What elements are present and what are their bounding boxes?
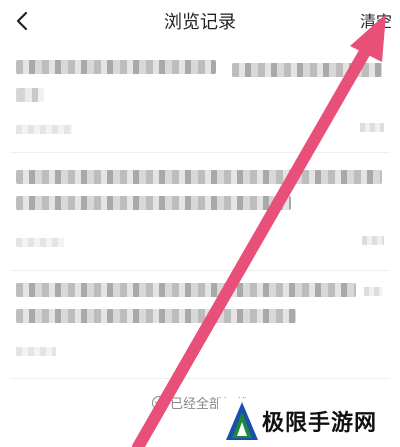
site-watermark: 极限手游网 bbox=[218, 398, 400, 447]
watermark-logo-icon bbox=[226, 402, 258, 440]
watermark-text: 极限手游网 bbox=[262, 411, 378, 436]
annotation-arrow bbox=[132, 14, 386, 447]
